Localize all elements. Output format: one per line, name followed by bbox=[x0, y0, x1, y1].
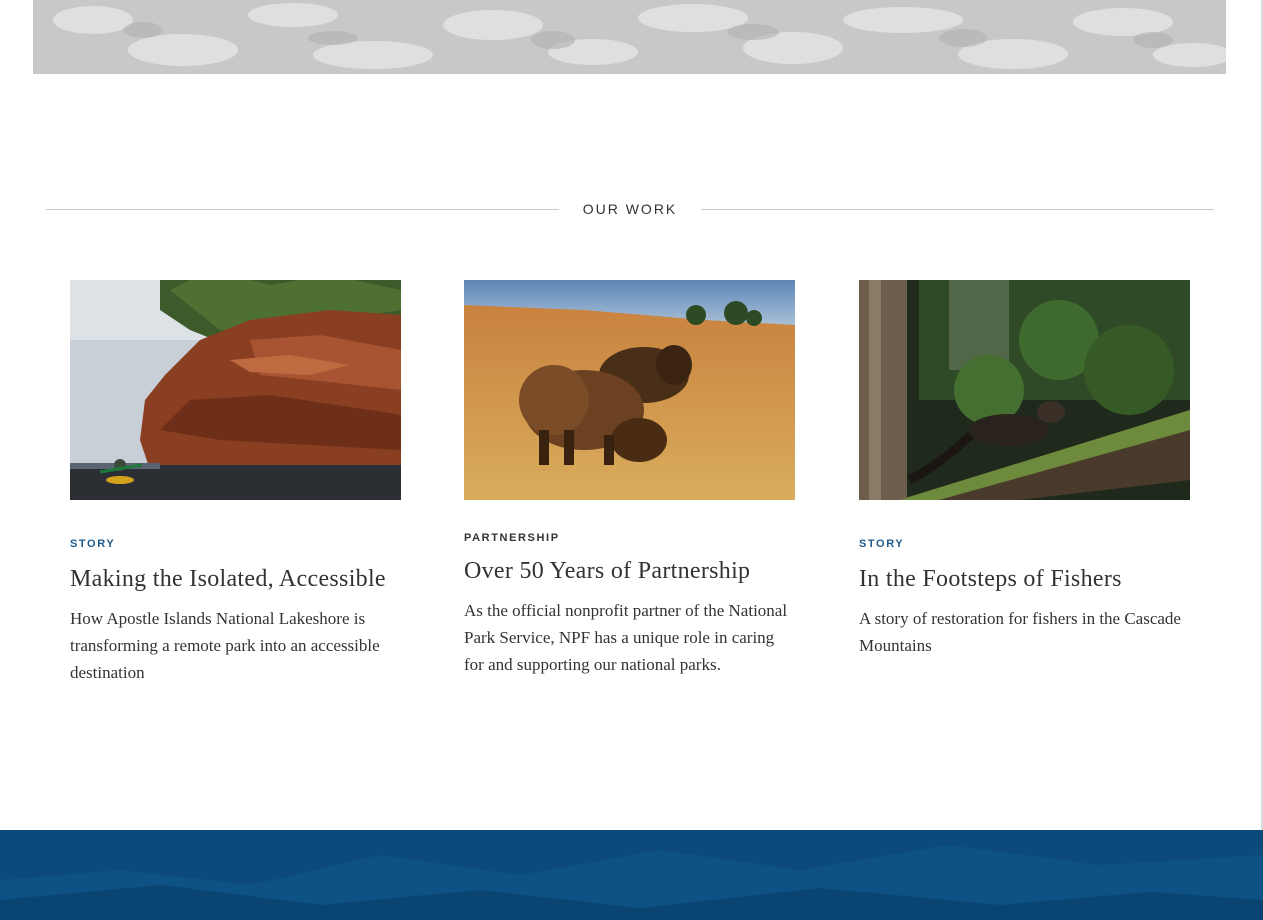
card-image-link[interactable] bbox=[464, 280, 795, 500]
card-title-link[interactable]: In the Footsteps of Fishers bbox=[859, 565, 1190, 593]
work-card[interactable]: PARTNERSHIP Over 50 Years of Partnership… bbox=[464, 280, 795, 678]
card-image-link[interactable] bbox=[70, 280, 401, 500]
card-tag: PARTNERSHIP bbox=[464, 532, 560, 544]
card-tag: STORY bbox=[70, 538, 116, 550]
footer-mountain-banner bbox=[0, 830, 1263, 920]
hero-texture-image bbox=[33, 0, 1226, 74]
work-card[interactable]: STORY In the Footsteps of Fishers A stor… bbox=[859, 280, 1190, 659]
heading-rule-right bbox=[701, 208, 1214, 210]
fisher-forest-photo bbox=[859, 280, 1190, 500]
card-description: As the official nonprofit partner of the… bbox=[464, 601, 788, 674]
kayaker-cliffs-photo bbox=[70, 280, 401, 500]
section-title: OUR WORK bbox=[582, 201, 678, 217]
card-image-link[interactable] bbox=[859, 280, 1190, 500]
section-heading: OUR WORK bbox=[46, 198, 1214, 220]
card-title-link[interactable]: Making the Isolated, Accessible bbox=[70, 565, 401, 593]
work-card[interactable]: STORY Making the Isolated, Accessible Ho… bbox=[70, 280, 401, 686]
bison-prairie-photo bbox=[464, 280, 795, 500]
card-title-link[interactable]: Over 50 Years of Partnership bbox=[464, 557, 795, 585]
card-description: How Apostle Islands National Lakeshore i… bbox=[70, 609, 380, 682]
card-tag: STORY bbox=[859, 538, 905, 550]
card-description: A story of restoration for fishers in th… bbox=[859, 609, 1181, 655]
heading-rule-left bbox=[46, 208, 559, 210]
